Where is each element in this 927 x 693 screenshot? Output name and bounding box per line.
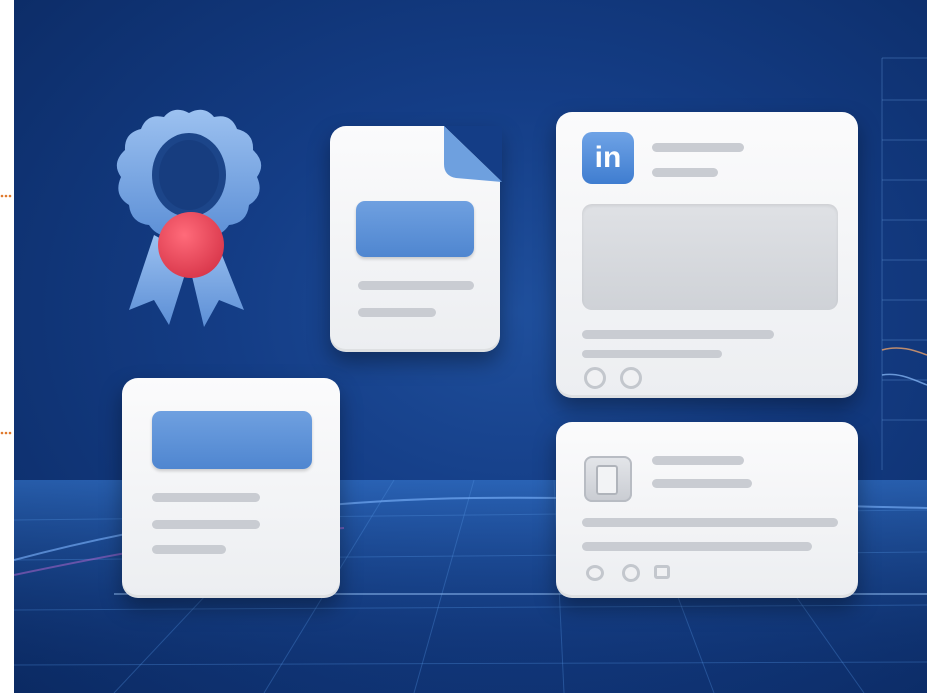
update-text-line: [582, 542, 812, 551]
linkedin-logo-icon: in: [582, 132, 634, 184]
connector-dots-top: [0, 194, 12, 198]
post-author-line: [652, 143, 744, 152]
connector-dots-bottom: [0, 431, 12, 435]
update-text-line: [582, 518, 838, 527]
post-text-line: [582, 330, 774, 339]
comment-icon: [620, 367, 642, 389]
scene-background: in: [14, 0, 927, 693]
document-card: [330, 126, 502, 352]
document-line: [358, 308, 436, 317]
reaction-icon: [584, 367, 606, 389]
document-icon: [444, 126, 502, 182]
summary-line: [152, 520, 260, 529]
summary-line: [152, 493, 260, 502]
update-author-line: [652, 456, 744, 465]
post-subtitle-line: [652, 168, 718, 177]
summary-line: [152, 545, 226, 554]
profile-update-card: [556, 422, 858, 598]
post-text-line: [582, 350, 722, 358]
summary-header-block: [152, 411, 312, 469]
award-ribbon-icon: [116, 109, 262, 327]
summary-card: [122, 378, 340, 598]
document-header-block: [356, 201, 474, 257]
reaction-icon: [586, 565, 604, 581]
profile-photo-icon: [584, 456, 632, 502]
comment-icon: [622, 564, 640, 582]
linkedin-logo-text: in: [594, 141, 622, 174]
update-subtitle-line: [652, 479, 752, 488]
post-media-placeholder: [582, 204, 838, 310]
profile-post-card: in: [556, 112, 858, 398]
share-icon: [654, 565, 670, 579]
document-line: [358, 281, 474, 290]
